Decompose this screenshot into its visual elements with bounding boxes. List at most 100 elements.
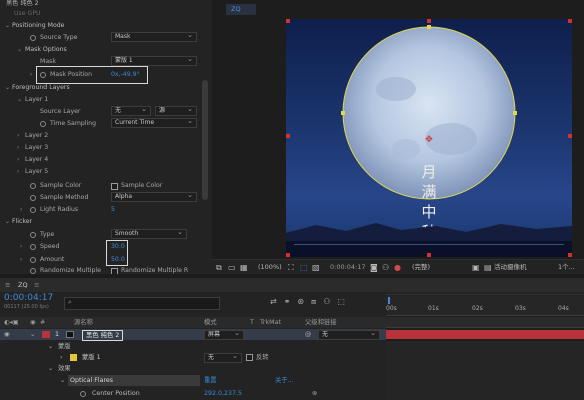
channel-icon[interactable]: ● (394, 260, 401, 275)
mask-color-swatch[interactable] (70, 354, 77, 361)
roi-icon[interactable]: ▣ (472, 260, 480, 275)
chevron-down-icon[interactable]: ⌄ (48, 363, 53, 374)
source-name-header[interactable]: 源名称 (74, 317, 93, 328)
chevron-right-icon[interactable]: › (17, 142, 19, 154)
layer-handle[interactable] (286, 134, 290, 138)
mask-dropdown[interactable]: 蒙版 1 (111, 55, 197, 66)
chevron-right-icon[interactable]: › (17, 130, 19, 142)
stopwatch-icon[interactable] (80, 391, 86, 397)
layer-handle[interactable] (286, 19, 290, 23)
type-dropdown[interactable]: Smooth (111, 228, 187, 239)
chevron-down-icon[interactable]: ⌄ (48, 341, 53, 352)
blend-mode-dropdown[interactable]: 屏幕 (204, 329, 244, 340)
stopwatch-icon[interactable] (30, 268, 36, 274)
work-area-start[interactable] (388, 297, 390, 304)
layer-handle[interactable] (568, 253, 572, 257)
chevron-down-icon[interactable]: ⌄ (5, 216, 10, 228)
timeline-tab[interactable]: ZQ (18, 278, 28, 292)
layer5-group[interactable]: › Layer 5 (0, 166, 212, 178)
always-preview-icon[interactable]: ⧉ (216, 260, 222, 275)
mask1-name[interactable]: 蒙版 1 (82, 352, 101, 363)
stopwatch-icon[interactable] (40, 72, 46, 78)
stopwatch-icon[interactable] (30, 244, 36, 250)
chevron-right-icon[interactable]: › (20, 241, 22, 253)
effect-controls-scrollbar[interactable] (202, 80, 208, 200)
layer-handle[interactable] (427, 253, 431, 257)
layer-duration-bar[interactable] (386, 330, 584, 339)
zoom-select[interactable]: (100%) (258, 260, 282, 275)
mask-mode-dropdown[interactable]: 无 (204, 352, 242, 363)
flicker-group[interactable]: ⌄ Flicker (0, 216, 212, 228)
randomize-checkbox[interactable] (111, 267, 118, 274)
chevron-right-icon[interactable]: › (17, 154, 19, 166)
mode-header[interactable]: 模式 (204, 317, 217, 328)
effects-group-row[interactable]: ⌄ 效果 (0, 363, 386, 374)
chevron-down-icon[interactable]: ⌄ (5, 82, 10, 94)
sample-method-dropdown[interactable]: Alpha (111, 191, 197, 202)
region-icon[interactable]: ⬚ (300, 260, 308, 275)
source-type-dropdown[interactable]: Mask (111, 31, 197, 42)
stopwatch-icon[interactable] (30, 195, 36, 201)
layer4-group[interactable]: › Layer 4 (0, 154, 212, 166)
speed-value[interactable]: 30.0 (111, 241, 125, 253)
view-layout-select[interactable]: 1个... (558, 260, 575, 275)
visibility-icon[interactable]: ◉ (4, 329, 10, 340)
viewer-timecode[interactable]: 0:00:04:17 (330, 260, 366, 275)
camera-snapshot-icon[interactable]: ◙ (370, 260, 378, 275)
mask-visibility-icon[interactable]: ▭ (228, 260, 236, 275)
trkmat-header[interactable]: TrkMat (260, 317, 281, 328)
reset-link[interactable]: 重置 (204, 375, 217, 386)
mask1-row[interactable]: › 蒙版 1 无 反转 (0, 352, 386, 363)
time-sampling-dropdown[interactable]: Current Time (111, 117, 197, 128)
layer3-group[interactable]: › Layer 3 (0, 142, 212, 154)
layer-row[interactable]: ◉ ⌄ 1 黑色 纯色 2 屏幕 @ 无 (0, 329, 386, 341)
stopwatch-icon[interactable] (30, 232, 36, 238)
transparency-grid-icon[interactable]: ▧ (312, 260, 320, 275)
close-icon[interactable]: ≡ (34, 278, 39, 292)
stopwatch-icon[interactable] (30, 207, 36, 213)
fit-icon[interactable]: ⛶ (288, 260, 294, 275)
layer-name[interactable]: 黑色 纯色 2 (82, 330, 124, 341)
chevron-down-icon[interactable]: ⌄ (17, 94, 22, 106)
stopwatch-icon[interactable] (30, 35, 36, 41)
timeline-switches[interactable]: ⇄⚭⊛⧈⚇⬚ (270, 297, 352, 307)
center-position-value[interactable]: 292.0,237.5 (204, 388, 242, 399)
chevron-right-icon[interactable]: › (60, 352, 63, 363)
chevron-down-icon[interactable]: ⌄ (5, 20, 10, 32)
label-color-swatch[interactable] (42, 331, 50, 338)
t-header[interactable]: T (250, 317, 254, 328)
layer-handle[interactable] (568, 134, 572, 138)
target-icon[interactable]: ⊚ (312, 388, 317, 399)
viewer-tab[interactable]: ZQ (226, 4, 256, 15)
layer1-group[interactable]: ⌄ Layer 1 (0, 94, 212, 106)
layer2-group[interactable]: › Layer 2 (0, 130, 212, 142)
composition-canvas[interactable]: ✥ 月 满 中 秋 (286, 19, 572, 257)
chevron-down-icon[interactable]: ⌄ (60, 375, 65, 386)
layer-search-input[interactable]: ⌕ (64, 297, 220, 310)
chevron-down-icon[interactable]: ⌄ (17, 44, 22, 56)
about-link[interactable]: 关于... (275, 375, 294, 386)
optical-flares-name[interactable]: Optical Flares (70, 375, 113, 386)
source-layer-dropdown[interactable]: 无 (111, 105, 151, 116)
optical-flares-row[interactable]: ⌄ Optical Flares 重置 关于... (0, 375, 386, 386)
chevron-right-icon[interactable]: › (17, 166, 19, 178)
menu-icon[interactable]: ≡ (5, 278, 10, 292)
stopwatch-icon[interactable] (30, 183, 36, 189)
chevron-right-icon[interactable]: › (30, 69, 32, 81)
foreground-layers-group[interactable]: ⌄ Foreground Layers (0, 82, 212, 94)
chevron-down-icon[interactable]: ⌄ (30, 329, 35, 340)
parent-header[interactable]: 父级和链接 (305, 317, 336, 328)
timeline-timecode[interactable]: 0:00:04:17 (4, 293, 53, 303)
invert-checkbox[interactable] (246, 354, 253, 361)
show-snapshot-icon[interactable]: ⚇ (382, 260, 389, 275)
chevron-right-icon[interactable]: › (20, 204, 22, 216)
3d-view-icon[interactable]: ▤ (484, 260, 492, 275)
camera-select[interactable]: 活动摄像机 (494, 260, 527, 275)
grid-icon[interactable]: ▦ (240, 260, 248, 275)
resolution-select[interactable]: (完整) (412, 260, 430, 275)
pickwhip-icon[interactable]: @ (305, 329, 311, 340)
mask-position-value[interactable]: 0x,-49.9° (111, 69, 140, 81)
masks-group-row[interactable]: ⌄ 蒙版 (0, 341, 386, 352)
layer-handle[interactable] (427, 19, 431, 23)
time-ruler[interactable]: 00s 01s 02s 03s 04s (386, 296, 584, 316)
